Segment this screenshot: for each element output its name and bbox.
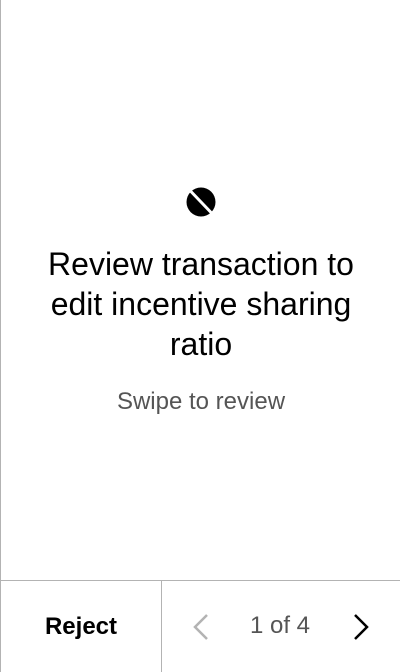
swipe-hint: Swipe to review xyxy=(116,388,286,415)
review-intro[interactable]: Review transaction to edit incentive sha… xyxy=(1,0,400,580)
transaction-review-screen: Review transaction to edit incentive sha… xyxy=(0,0,400,672)
page-indicator: 1 of 4 xyxy=(249,612,311,639)
page-navigator: 1 of 4 xyxy=(162,581,400,672)
page-title: Review transaction to edit incentive sha… xyxy=(48,246,354,362)
review-footer: Reject 1 of 4 xyxy=(1,580,400,672)
reject-button[interactable]: Reject xyxy=(1,581,161,672)
chevron-right-icon[interactable] xyxy=(349,613,373,641)
no-entry-icon xyxy=(186,187,216,217)
chevron-left-icon[interactable] xyxy=(190,613,214,641)
